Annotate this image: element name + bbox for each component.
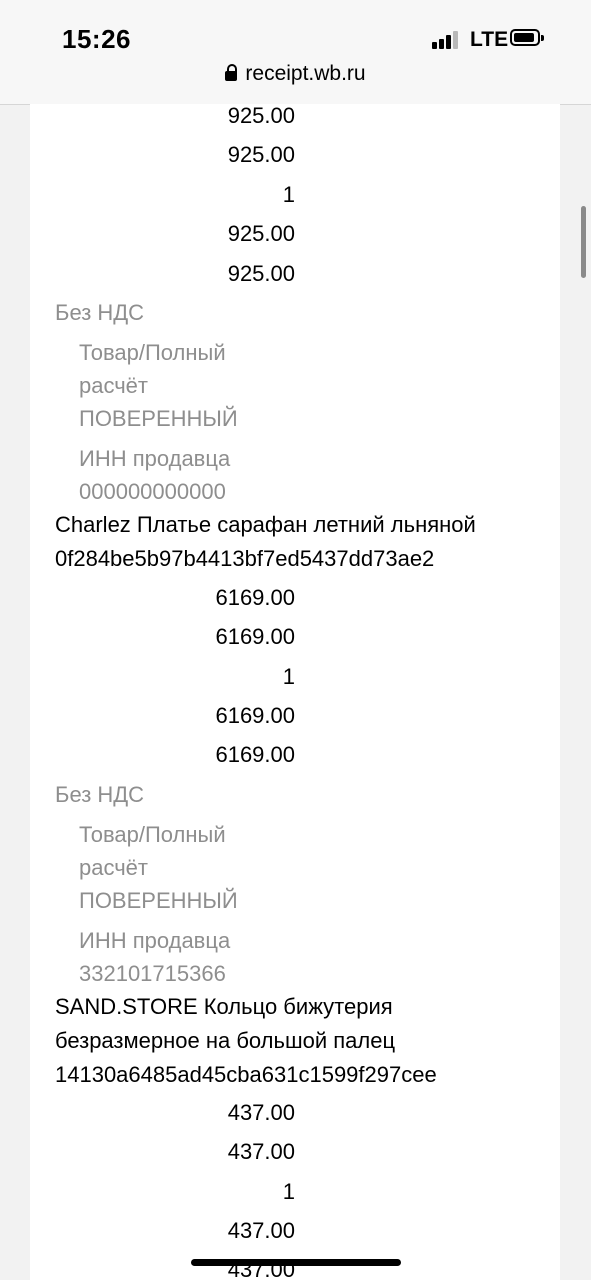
item-name-line: безразмерное на большой палец	[55, 1028, 396, 1053]
seller-inn-value: 000000000000	[79, 479, 226, 504]
item-cost: 6169.00	[215, 703, 295, 728]
network-type: LTE	[470, 28, 509, 51]
status-bar: 15:26 LTE receipt.wb.ru	[0, 0, 591, 105]
seller-inn-label: ИНН продавца	[79, 928, 231, 953]
payment-type-line: расчёт	[79, 855, 148, 880]
seller-inn-value: 332101715366	[79, 961, 226, 986]
receipt-content: 925.00 925.00 1 925.00 925.00 Без НДС То…	[30, 104, 560, 1280]
item-price-discounted: 925.00	[227, 142, 295, 167]
item-name-line: SAND.STORE Кольцо бижутерия	[55, 994, 393, 1019]
payment-type-line: ПОВЕРЕННЫЙ	[79, 888, 238, 913]
item-cost: 437.00	[227, 1218, 295, 1243]
item-quantity: 1	[282, 1179, 295, 1204]
item-name: SAND.STORE Кольцо бижутерия безразмерное…	[55, 990, 437, 1092]
seller-inn: ИНН продавца 000000000000	[79, 442, 230, 508]
payment-type: Товар/Полный расчёт ПОВЕРЕННЫЙ	[79, 818, 238, 917]
payment-type-line: Товар/Полный	[79, 340, 226, 365]
payment-type-line: ПОВЕРЕННЫЙ	[79, 406, 238, 431]
lock-icon	[225, 64, 238, 81]
home-indicator[interactable]	[191, 1259, 401, 1266]
battery-icon	[510, 29, 544, 46]
item-total: 6169.00	[215, 742, 295, 767]
item-price-discounted: 6169.00	[215, 624, 295, 649]
payment-type: Товар/Полный расчёт ПОВЕРЕННЫЙ	[79, 336, 238, 435]
item-price: 437.00	[227, 1100, 295, 1125]
item-price: 6169.00	[215, 585, 295, 610]
url-text: receipt.wb.ru	[245, 62, 366, 85]
signal-icon	[432, 31, 462, 49]
vat-label: Без НДС	[55, 782, 145, 807]
status-time: 15:26	[62, 24, 131, 54]
item-quantity: 1	[282, 664, 295, 689]
payment-type-line: расчёт	[79, 373, 148, 398]
item-total: 925.00	[227, 261, 295, 286]
item-name: Charlez Платье сарафан летний льняной 0f…	[55, 508, 476, 576]
item-name-line: 14130a6485ad45cba631c1599f297cee	[55, 1062, 437, 1087]
item-cost: 925.00	[227, 221, 295, 246]
item-price-discounted: 437.00	[227, 1139, 295, 1164]
scrollbar[interactable]	[581, 206, 586, 278]
address-bar[interactable]: receipt.wb.ru	[0, 62, 591, 86]
item-price: 925.00	[227, 104, 295, 128]
vat-label: Без НДС	[55, 300, 145, 325]
payment-type-line: Товар/Полный	[79, 822, 226, 847]
seller-inn-label: ИНН продавца	[79, 446, 231, 471]
seller-inn: ИНН продавца 332101715366	[79, 924, 230, 990]
item-name-line: Charlez Платье сарафан летний льняной	[55, 512, 476, 537]
item-quantity: 1	[282, 182, 295, 207]
item-name-line: 0f284be5b97b4413bf7ed5437dd73ae2	[55, 546, 435, 571]
